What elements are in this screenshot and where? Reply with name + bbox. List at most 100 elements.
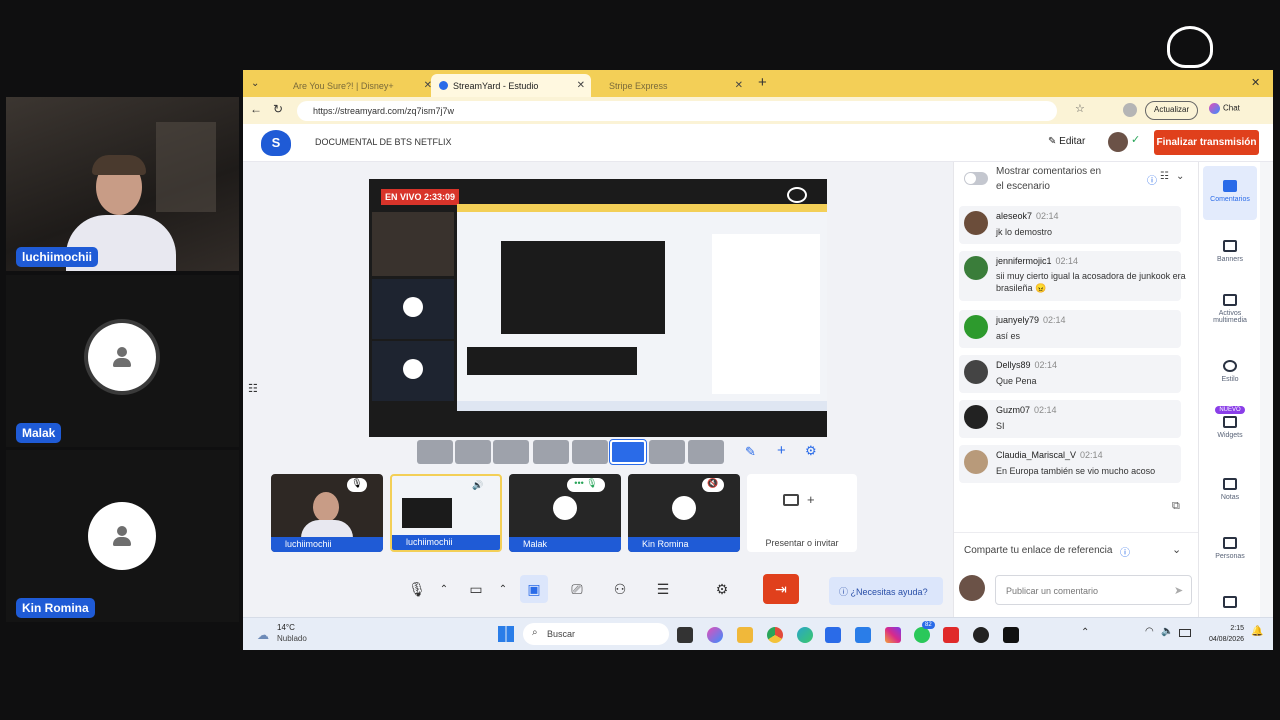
rail-label: Estilo — [1221, 376, 1239, 383]
show-comments-toggle[interactable] — [964, 172, 988, 185]
reload-icon[interactable]: ↻ — [273, 102, 283, 116]
github-icon[interactable] — [973, 627, 989, 643]
comment-item[interactable]: Guzm07 02:14 SI — [959, 400, 1181, 438]
filter-icon[interactable]: ☷ — [1160, 171, 1169, 182]
host-avatar[interactable] — [1108, 132, 1128, 152]
layout-toggle-icon[interactable]: ☷ — [248, 382, 258, 395]
backstage-thumb[interactable]: 🎙 luchiimochii — [271, 474, 383, 552]
layout-leader-button[interactable] — [533, 440, 569, 464]
mic-icon[interactable]: 🎙 — [347, 478, 367, 492]
notes-button[interactable]: ☰ — [649, 575, 677, 603]
layout-sidebar-button[interactable] — [572, 440, 608, 464]
streamyard-app-icon[interactable]: S — [261, 130, 291, 156]
invite-button[interactable]: ⚇ — [606, 575, 634, 603]
edit-layout-pencil-icon[interactable]: ✎ — [745, 444, 756, 460]
screen-share-button[interactable]: ▣ — [520, 575, 548, 603]
volume-icon[interactable]: 🔈 — [1161, 626, 1173, 637]
add-layout-plus-icon[interactable]: + — [777, 442, 786, 459]
rail-item-style[interactable]: Estilo — [1203, 360, 1257, 383]
profile-avatar[interactable] — [1123, 103, 1137, 117]
help-icon[interactable]: ⓘ — [1147, 172, 1157, 187]
close-icon[interactable]: ✕ — [577, 80, 585, 91]
help-icon[interactable]: ⓘ — [1120, 544, 1130, 559]
whatsapp-icon[interactable] — [914, 627, 930, 643]
chrome-icon[interactable] — [767, 627, 783, 643]
outlook-icon[interactable] — [855, 627, 871, 643]
chevron-down-icon[interactable]: ⌄ — [1176, 171, 1184, 182]
camera-button[interactable]: ▭ — [462, 575, 490, 603]
popout-icon[interactable]: ⧉ — [1172, 500, 1180, 513]
tiktok-icon[interactable] — [1003, 627, 1019, 643]
comment-item[interactable]: aleseok7 02:14 jk lo demostro — [959, 206, 1181, 244]
layout-settings-gear-icon[interactable]: ⚙ — [805, 443, 817, 459]
backstage-thumb-malak[interactable]: ••• 🎙 Malak — [509, 474, 621, 552]
copilot-icon[interactable] — [707, 627, 723, 643]
comment-item[interactable]: Dellys89 02:14 Que Pena — [959, 355, 1181, 393]
rail-item-comments[interactable]: Comentarios — [1203, 166, 1257, 220]
comment-item[interactable]: jennifermojic1 02:14 sii muy cierto igual… — [959, 251, 1186, 301]
tab-stripe[interactable]: Stripe Express ✕ — [591, 74, 749, 97]
mic-icon[interactable]: ••• 🎙 — [567, 478, 605, 492]
start-windows-icon[interactable] — [498, 626, 514, 642]
clock[interactable]: 2:15 04/08/2026 — [1198, 623, 1244, 645]
back-arrow-icon[interactable]: ← — [250, 102, 262, 116]
url-input[interactable]: https://streamyard.com/zq7ism7j7w — [297, 101, 1057, 121]
camera-options-chevron-icon[interactable]: ⌃ — [489, 575, 517, 603]
search-icon: ⌕ — [532, 627, 538, 638]
layout-fullscreen-button[interactable] — [688, 440, 724, 464]
comment-item[interactable]: Claudia_Mariscal_V 02:14 En Europa tambié… — [959, 445, 1181, 483]
rail-item-widgets[interactable]: NUEVO Widgets — [1203, 406, 1257, 439]
layout-duo-button[interactable] — [455, 440, 491, 464]
wifi-icon[interactable]: ◠ — [1145, 626, 1154, 637]
tab-list-chevron-icon[interactable]: ⌄ — [251, 78, 259, 89]
microphone-button[interactable]: 🎙 — [403, 575, 431, 603]
update-button[interactable]: Actualizar — [1145, 101, 1199, 120]
rail-item-notes[interactable]: Notas — [1203, 478, 1257, 501]
layout-solo-button[interactable] — [417, 440, 453, 464]
help-button[interactable]: ⓘ ¿Necesitas ayuda? — [829, 577, 943, 605]
present-or-invite-button[interactable]: + Presentar o invitar — [747, 474, 857, 552]
close-icon[interactable]: ✕ — [735, 80, 743, 91]
leave-studio-button[interactable]: ⇥ — [763, 574, 799, 604]
comment-input-placeholder: Publicar un comentario — [1006, 586, 1099, 596]
task-view-icon[interactable] — [677, 627, 693, 643]
send-icon[interactable]: ➤ — [1174, 584, 1183, 597]
star-icon[interactable]: ☆ — [1075, 102, 1085, 115]
mic-muted-icon[interactable]: 🔇 — [702, 478, 724, 492]
present-button[interactable]: ⎚ — [563, 575, 591, 603]
settings-button[interactable]: ⚙ — [708, 575, 736, 603]
chevron-down-icon[interactable]: ⌄ — [1172, 543, 1181, 556]
layout-screen-side-button[interactable] — [609, 439, 647, 465]
youtube-icon[interactable] — [943, 627, 959, 643]
comment-item[interactable]: juanyely79 02:14 así es — [959, 310, 1181, 348]
file-explorer-icon[interactable] — [737, 627, 753, 643]
chat-button[interactable]: Chat — [1209, 103, 1240, 114]
edit-button[interactable]: ✎ Editar — [1048, 136, 1085, 147]
taskbar-search[interactable]: ⌕ Buscar — [523, 623, 669, 645]
chat-icon[interactable] — [1223, 596, 1237, 608]
rail-item-media[interactable]: Activos multimedia — [1203, 294, 1257, 324]
tab-streamyard[interactable]: StreamYard - Estudio ✕ — [431, 74, 591, 97]
backstage-thumb-kin-romina[interactable]: 🔇 Kin Romina — [628, 474, 740, 552]
broadcast-title[interactable]: DOCUMENTAL DE BTS NETFLIX — [315, 137, 452, 147]
referral-link-row[interactable]: Comparte tu enlace de referencia ⓘ ⌄ — [954, 532, 1198, 568]
rail-item-banners[interactable]: Banners — [1203, 240, 1257, 263]
mic-options-chevron-icon[interactable]: ⌃ — [430, 575, 458, 603]
edge-icon[interactable] — [797, 627, 813, 643]
battery-icon[interactable] — [1179, 629, 1191, 637]
new-tab-plus-icon[interactable]: + — [758, 74, 767, 91]
rail-item-people[interactable]: Personas — [1203, 537, 1257, 560]
instagram-icon[interactable] — [885, 627, 901, 643]
store-icon[interactable] — [825, 627, 841, 643]
weather-text: Nublado — [277, 634, 307, 643]
notification-bell-icon[interactable]: 🔔 — [1251, 626, 1263, 637]
layout-group-button[interactable] — [493, 440, 529, 464]
tab-disney[interactable]: Are You Sure?! | Disney+ ✕ — [273, 74, 438, 97]
window-close-icon[interactable]: ✕ — [1251, 76, 1260, 89]
backstage-thumb-screen[interactable]: 🔊 luchiimochii — [390, 474, 502, 552]
layout-screen-button[interactable] — [649, 440, 685, 464]
comment-input[interactable]: Publicar un comentario ➤ — [995, 575, 1192, 605]
tray-chevron-icon[interactable]: ⌃ — [1081, 627, 1089, 638]
speaker-icon[interactable]: 🔊 — [472, 480, 483, 491]
end-broadcast-button[interactable]: Finalizar transmisión — [1154, 130, 1259, 155]
